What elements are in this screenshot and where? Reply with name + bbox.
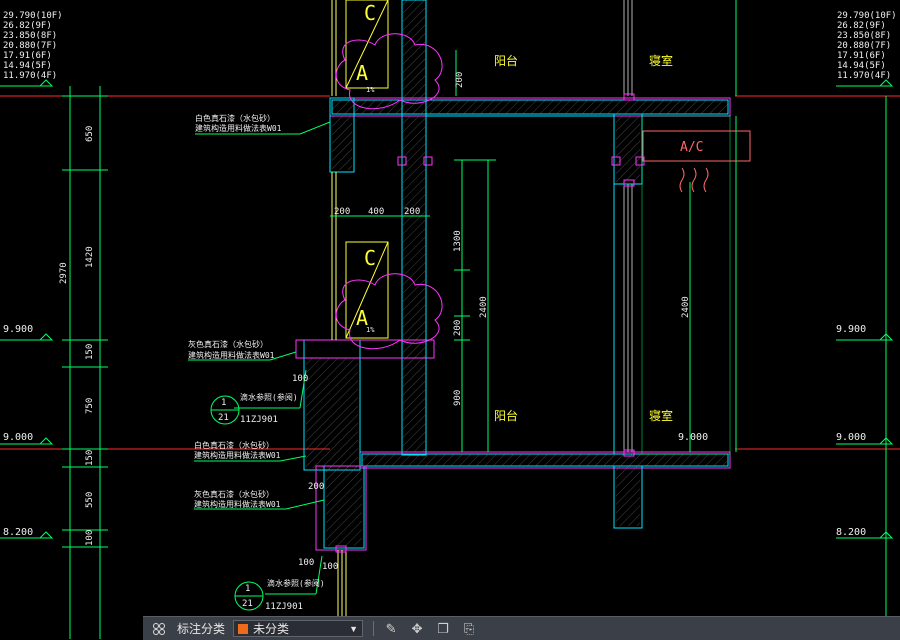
level-text: 26.82(9F) bbox=[3, 21, 52, 31]
copy-icon[interactable]: ❐ bbox=[434, 621, 452, 637]
annotation-text: 建筑构造用料做法表W01 bbox=[194, 499, 281, 509]
interior-dimensions bbox=[330, 0, 737, 452]
dim-text: 200 bbox=[308, 482, 324, 492]
annotation-text: 白色真石漆（水包砂） bbox=[195, 113, 275, 123]
ac-letter: C bbox=[364, 246, 376, 270]
floor-level-list-right: 29.790(10F) 26.82(9F) 23.850(8F) 20.880(… bbox=[837, 11, 897, 81]
level-text: 29.790(10F) bbox=[837, 11, 897, 21]
material-annotations: 白色真石漆（水包砂） 建筑构造用料做法表W01 灰色真石漆（水包砂） 建筑构造用… bbox=[188, 113, 282, 509]
level-mark: 8.200 bbox=[836, 527, 866, 538]
room-label: 阳台 bbox=[494, 408, 518, 423]
level-mark: 9.000 bbox=[3, 432, 33, 443]
dim-text: 2400 bbox=[681, 296, 691, 318]
slope-label: 1% bbox=[366, 86, 375, 94]
level-mark: 9.900 bbox=[836, 324, 866, 335]
dim-text: 100 bbox=[85, 530, 95, 546]
dim-text: 200 bbox=[404, 207, 420, 217]
right-level-markers bbox=[836, 79, 894, 539]
paste-icon[interactable]: ⎘ bbox=[460, 621, 478, 637]
detail-ref-label: 滴水参照(参阅) bbox=[267, 578, 325, 588]
dim-text: 200 bbox=[453, 320, 463, 336]
ac-letter: C bbox=[364, 1, 376, 25]
room-label: 寝室 bbox=[649, 53, 673, 68]
annotation-toolbar: 标注分类 未分类 ▼ ✎ ✥ ❐ ⎘ bbox=[143, 616, 900, 640]
dim-text: 900 bbox=[453, 390, 463, 406]
dim-text: 1300 bbox=[453, 230, 463, 252]
grid-cluster-icon[interactable] bbox=[151, 621, 167, 637]
detail-ref-bottom: 21 bbox=[242, 599, 253, 609]
level-text: 17.91(6F) bbox=[837, 51, 886, 61]
edit-icon[interactable]: ✎ bbox=[382, 621, 400, 637]
dim-text: 200 bbox=[455, 72, 465, 88]
level-text: 23.850(8F) bbox=[837, 31, 891, 41]
category-select-value: 未分类 bbox=[253, 622, 290, 636]
level-mark: 9.000 bbox=[678, 432, 708, 443]
room-label: 寝室 bbox=[649, 408, 673, 423]
level-mark: 9.900 bbox=[3, 324, 33, 335]
dim-text: 2970 bbox=[59, 262, 69, 284]
level-text: 26.82(9F) bbox=[837, 21, 886, 31]
level-text: 20.880(7F) bbox=[837, 41, 891, 51]
ac-labels: A/C bbox=[680, 140, 703, 155]
annotation-text: 白色真石漆（水包砂） bbox=[194, 440, 274, 450]
level-text: 11.970(4F) bbox=[837, 71, 891, 81]
detail-ref-code: 11ZJ901 bbox=[240, 415, 278, 425]
level-lines bbox=[0, 95, 900, 450]
annotation-text: 建筑构造用料做法表W01 bbox=[188, 350, 275, 360]
dim-text: 650 bbox=[85, 126, 95, 142]
dim-text: 400 bbox=[368, 207, 384, 217]
detail-ref-top: 1 bbox=[221, 398, 226, 408]
toolbar-label: 标注分类 bbox=[177, 622, 226, 636]
dim-text: 750 bbox=[85, 398, 95, 414]
vertical-dimension-texts: 650 1420 2970 150 750 150 550 100 1300 2… bbox=[59, 72, 691, 546]
ac-letter: A bbox=[356, 61, 368, 85]
detail-ref-bottom: 21 bbox=[218, 413, 229, 423]
dim-text: 550 bbox=[85, 492, 95, 508]
chevron-down-icon: ▼ bbox=[349, 623, 359, 634]
category-select[interactable]: 未分类 ▼ bbox=[233, 620, 364, 637]
annotation-text: 建筑构造用料做法表W01 bbox=[194, 450, 281, 460]
dim-text: 2400 bbox=[479, 296, 489, 318]
level-mark-texts: 9.900 9.000 8.200 9.900 9.000 8.200 9.00… bbox=[3, 324, 866, 538]
level-text: 11.970(4F) bbox=[3, 71, 57, 81]
level-text: 14.94(5F) bbox=[837, 61, 886, 71]
level-text: 20.880(7F) bbox=[3, 41, 57, 51]
level-text: 23.850(8F) bbox=[3, 31, 57, 41]
left-level-markers bbox=[0, 79, 54, 539]
toolbar-divider bbox=[373, 621, 375, 636]
level-text: 29.790(10F) bbox=[3, 11, 63, 21]
annotation-text: 建筑构造用料做法表W01 bbox=[195, 123, 282, 133]
move-icon[interactable]: ✥ bbox=[408, 621, 426, 637]
annotation-text: 灰色真石漆（水包砂） bbox=[188, 339, 268, 349]
detail-ref-code: 11ZJ901 bbox=[265, 602, 303, 612]
cad-drawing-canvas[interactable]: 29.790(10F) 26.82(9F) 23.850(8F) 20.880(… bbox=[0, 0, 900, 639]
dim-text: 100 bbox=[322, 562, 338, 572]
dim-text: 150 bbox=[85, 344, 95, 360]
level-text: 14.94(5F) bbox=[3, 61, 52, 71]
dim-text: 150 bbox=[85, 450, 95, 466]
detail-ref-label: 滴水参照(参阅) bbox=[240, 392, 298, 402]
dim-text: 200 bbox=[334, 207, 350, 217]
anchor-symbols bbox=[335, 93, 645, 553]
level-text: 17.91(6F) bbox=[3, 51, 52, 61]
category-color-swatch bbox=[238, 623, 249, 634]
floor-level-list-left: 29.790(10F) 26.82(9F) 23.850(8F) 20.880(… bbox=[3, 11, 63, 81]
level-mark: 9.000 bbox=[836, 432, 866, 443]
dim-text: 100 bbox=[292, 374, 308, 384]
hatched-concrete bbox=[306, 0, 728, 546]
ac-box-label: A/C bbox=[680, 140, 703, 155]
annotation-text: 灰色真石漆（水包砂） bbox=[194, 489, 274, 499]
dim-text: 1420 bbox=[85, 246, 95, 268]
door-frames bbox=[623, 0, 633, 452]
slope-label: 1% bbox=[366, 326, 375, 334]
left-dimension-chain bbox=[62, 86, 108, 639]
detail-ref-top: 1 bbox=[245, 584, 250, 594]
level-mark: 8.200 bbox=[3, 527, 33, 538]
dim-text: 100 bbox=[298, 558, 314, 568]
room-label: 阳台 bbox=[494, 53, 518, 68]
